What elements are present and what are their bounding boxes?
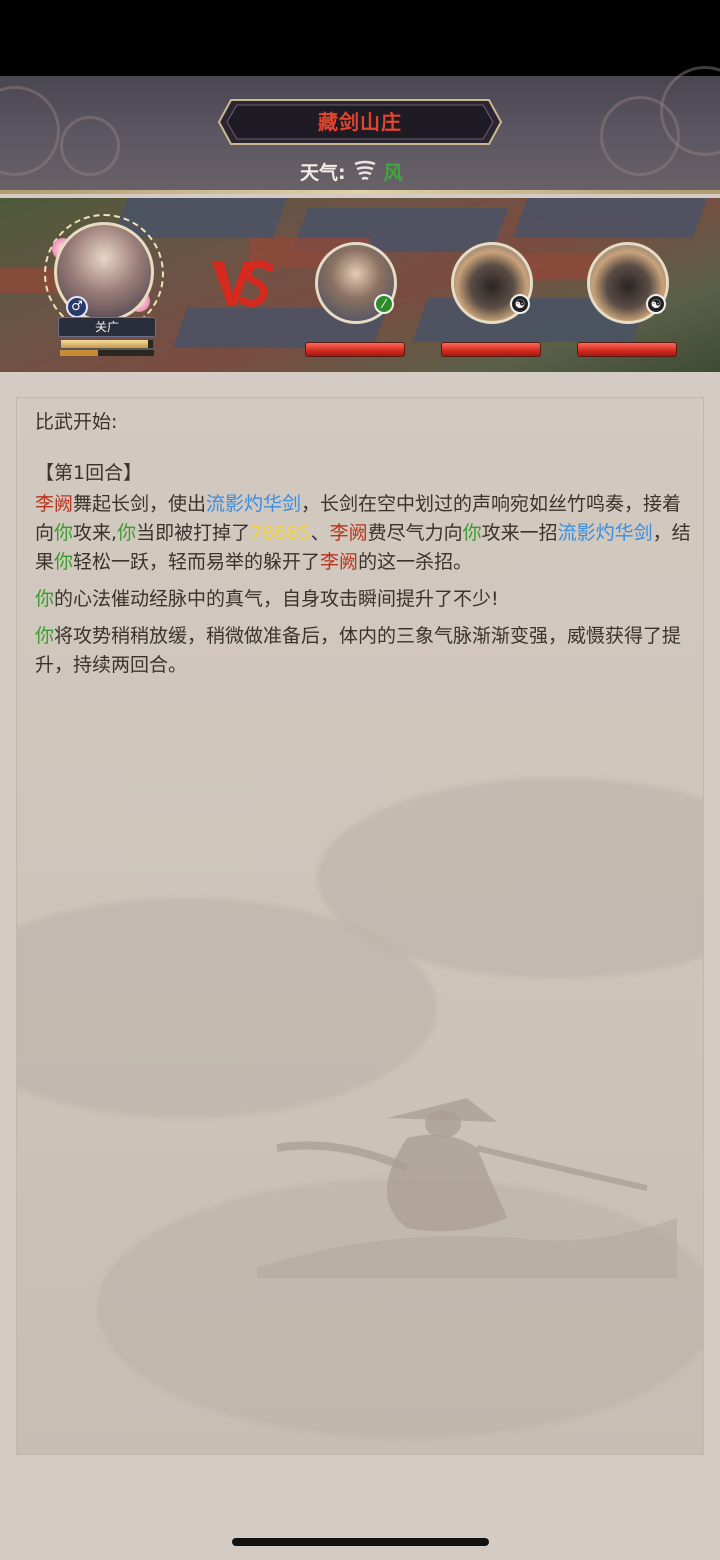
- enemy-hp-bar-3: [577, 342, 677, 357]
- weather-value: 风: [383, 161, 403, 184]
- log-round-header: 【第1回合】: [35, 462, 143, 484]
- player-hp-fill: [61, 340, 149, 348]
- weather-label: 天气:: [300, 161, 346, 184]
- player-name: 关广: [58, 317, 156, 337]
- battle-header: 藏剑山庄 天气: 风: [0, 66, 720, 194]
- weather-indicator: 天气: 风: [300, 158, 403, 184]
- player-energy-bar: [60, 350, 154, 356]
- log-paragraph: 李阙舞起长剑，使出流影灼华剑，长剑在空中划过的声响宛如丝竹鸣奏，接着向你攻来,你…: [35, 493, 691, 573]
- battle-arena: ♂ 关广 ⁄ ☯ ☯: [0, 198, 720, 372]
- male-icon: ♂: [66, 296, 88, 318]
- yin-yang-icon: ☯: [510, 294, 530, 314]
- enemy-hp-bar-1: [305, 342, 405, 357]
- log-paragraph: 你的心法催动经脉中的真气，自身攻击瞬间提升了不少!: [35, 588, 499, 610]
- battle-log-panel[interactable]: 比武开始: 【第1回合】 李阙舞起长剑，使出流影灼华剑，长剑在空中划过的声响宛如…: [16, 397, 704, 1455]
- log-start: 比武开始:: [35, 411, 118, 433]
- battle-log-text: 比武开始: 【第1回合】 李阙舞起长剑，使出流影灼华剑，长剑在空中划过的声响宛如…: [35, 408, 695, 688]
- vs-emblem-icon: [212, 260, 274, 307]
- damage-value: 78685: [250, 522, 311, 544]
- location-title-plate: 藏剑山庄: [217, 98, 503, 146]
- yin-yang-icon: ☯: [646, 294, 666, 314]
- player-hp-bar: [60, 339, 154, 349]
- location-title: 藏剑山庄: [318, 110, 402, 134]
- wanderer-silhouette: [257, 1098, 677, 1278]
- enemy-hp-bar-2: [441, 342, 541, 357]
- status-bar: [0, 0, 720, 76]
- player-energy-fill: [60, 350, 98, 356]
- log-paragraph: 你将攻势稍稍放缓，稍微做准备后，体内的三象气脉渐渐变强，威慑获得了提升，持续两回…: [35, 625, 682, 676]
- home-indicator[interactable]: [232, 1538, 489, 1546]
- whirlwind-icon: [354, 160, 376, 181]
- green-sword-icon: ⁄: [374, 294, 394, 314]
